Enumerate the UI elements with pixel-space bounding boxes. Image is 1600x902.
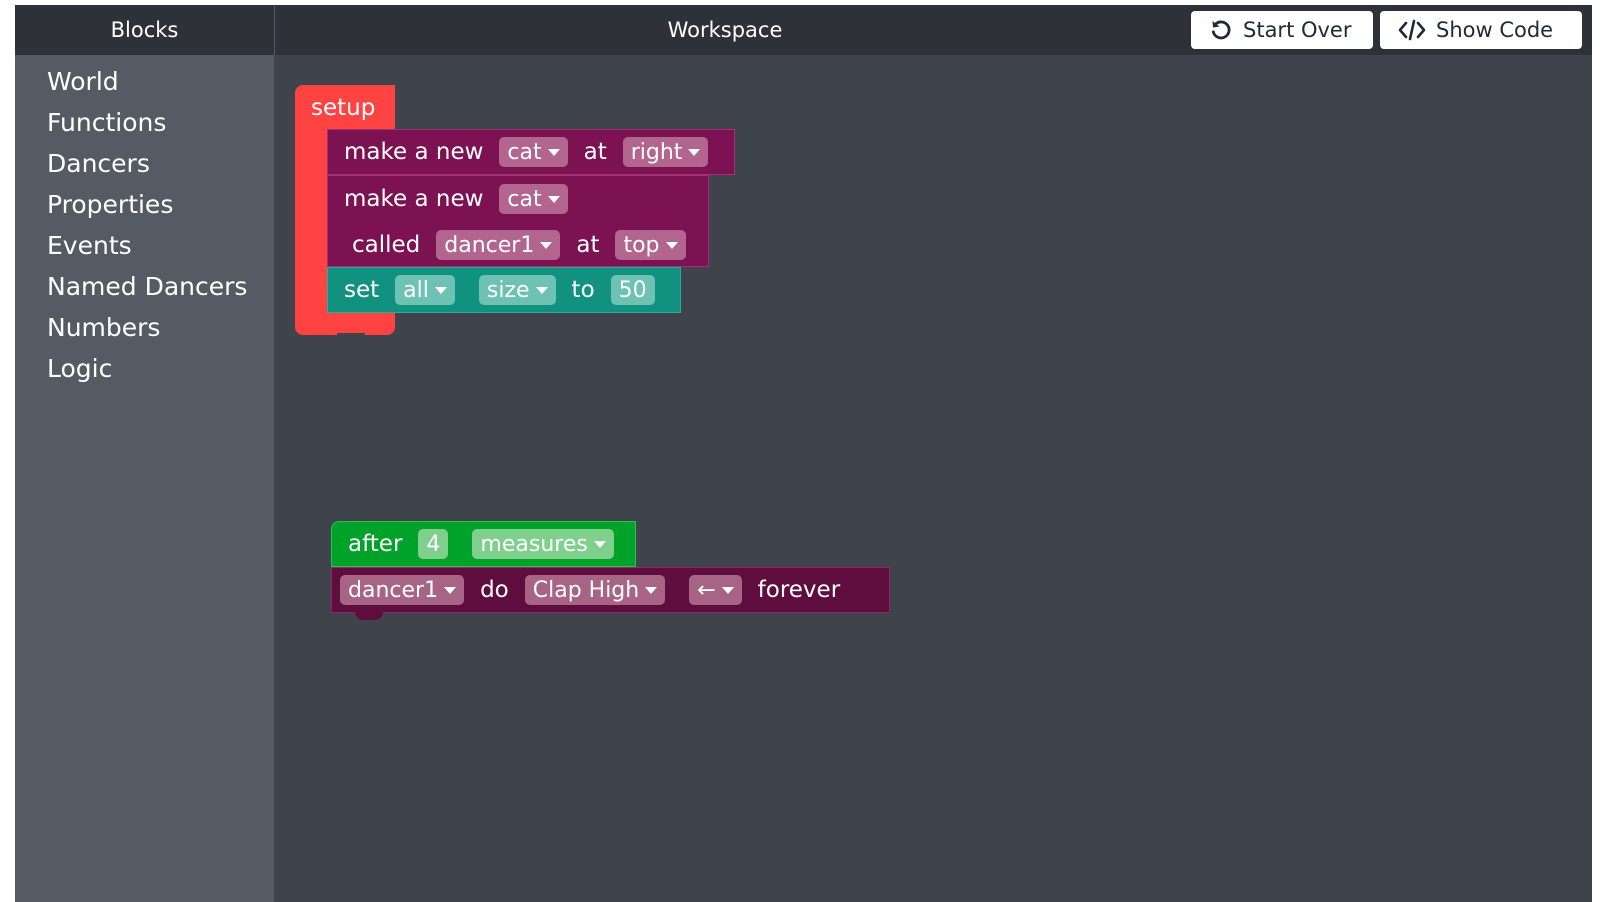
block-text: make a new [344, 139, 484, 165]
setup-notch [337, 333, 365, 341]
block-text: after [348, 531, 403, 557]
direction-dropdown[interactable]: ← [689, 575, 742, 605]
chevron-down-icon [547, 148, 560, 156]
block-category-flyout: World Functions Dancers Properties Event… [15, 55, 274, 902]
chevron-down-icon [434, 286, 447, 294]
dropdown-value: all [403, 277, 429, 303]
dropdown-value: top [623, 232, 660, 258]
category-list: World Functions Dancers Properties Event… [47, 67, 247, 395]
dropdown-value: dancer1 [348, 577, 439, 603]
blocks-header: Blocks [15, 5, 274, 55]
dropdown-value: dancer1 [444, 232, 535, 258]
start-over-button[interactable]: Start Over [1191, 11, 1373, 49]
dropdown-value: cat [507, 139, 542, 165]
block-text: forever [757, 577, 841, 603]
location-dropdown[interactable]: top [615, 230, 686, 260]
dropdown-value: size [486, 277, 530, 303]
app-frame: Blocks Workspace Start Over Show Code Wo… [15, 5, 1592, 902]
show-code-button[interactable]: Show Code [1380, 11, 1582, 49]
category-properties[interactable]: Properties [47, 190, 247, 231]
chevron-down-icon [540, 241, 553, 249]
target-dropdown[interactable]: all [395, 275, 455, 305]
measure-count-input[interactable]: 4 [418, 529, 449, 559]
chevron-down-icon [535, 286, 548, 294]
chevron-down-icon [593, 540, 606, 548]
set-property-block[interactable]: set all size to 50 [327, 267, 681, 313]
make-dancer-at-block[interactable]: make a new cat at right [327, 129, 735, 175]
size-value-input[interactable]: 50 [610, 275, 655, 305]
dropdown-value: measures [480, 531, 588, 557]
chevron-down-icon [688, 148, 701, 156]
category-world[interactable]: World [47, 67, 247, 108]
dancer-name-dropdown[interactable]: dancer1 [436, 230, 561, 260]
block-text: set [344, 277, 380, 303]
do-move-forever-block[interactable]: dancer1 do Clap High ← forever [331, 567, 890, 613]
dropdown-value: ← [697, 577, 716, 603]
category-dancers[interactable]: Dancers [47, 149, 247, 190]
unit-dropdown[interactable]: measures [472, 529, 614, 559]
chevron-down-icon [645, 586, 658, 594]
after-measures-event-block[interactable]: after 4 measures [331, 521, 636, 567]
dancer-type-dropdown[interactable]: cat [499, 184, 568, 214]
block-text: make a new [344, 186, 484, 212]
category-named-dancers[interactable]: Named Dancers [47, 272, 247, 313]
dancer-dropdown[interactable]: dancer1 [340, 575, 465, 605]
block-text: called [352, 232, 421, 258]
chevron-down-icon [444, 586, 457, 594]
blockly-workspace[interactable]: setup make a new cat at right make a new… [275, 55, 1592, 902]
property-dropdown[interactable]: size [478, 275, 556, 305]
show-code-label: Show Code [1436, 18, 1554, 42]
chevron-down-icon [721, 586, 734, 594]
category-functions[interactable]: Functions [47, 108, 247, 149]
dancer-type-dropdown[interactable]: cat [499, 137, 568, 167]
code-icon [1398, 19, 1426, 41]
block-text: do [480, 577, 509, 603]
restart-icon [1211, 20, 1231, 40]
move-dropdown[interactable]: Clap High [524, 575, 666, 605]
blocks-header-title: Blocks [110, 18, 179, 42]
start-over-label: Start Over [1243, 18, 1352, 42]
dropdown-value: cat [507, 186, 542, 212]
block-text: at [576, 232, 600, 258]
dropdown-value: Clap High [532, 577, 640, 603]
workspace-header-title: Workspace [667, 18, 783, 42]
location-dropdown[interactable]: right [622, 137, 709, 167]
do-block-notch [355, 612, 383, 620]
dropdown-value: right [630, 139, 683, 165]
make-named-dancer-block[interactable]: make a new cat called dancer1 at top [327, 175, 709, 267]
category-numbers[interactable]: Numbers [47, 313, 247, 354]
block-text: to [571, 277, 595, 303]
category-logic[interactable]: Logic [47, 354, 247, 395]
setup-label: setup [311, 95, 376, 121]
block-text: at [583, 139, 607, 165]
chevron-down-icon [665, 241, 678, 249]
chevron-down-icon [547, 195, 560, 203]
category-events[interactable]: Events [47, 231, 247, 272]
